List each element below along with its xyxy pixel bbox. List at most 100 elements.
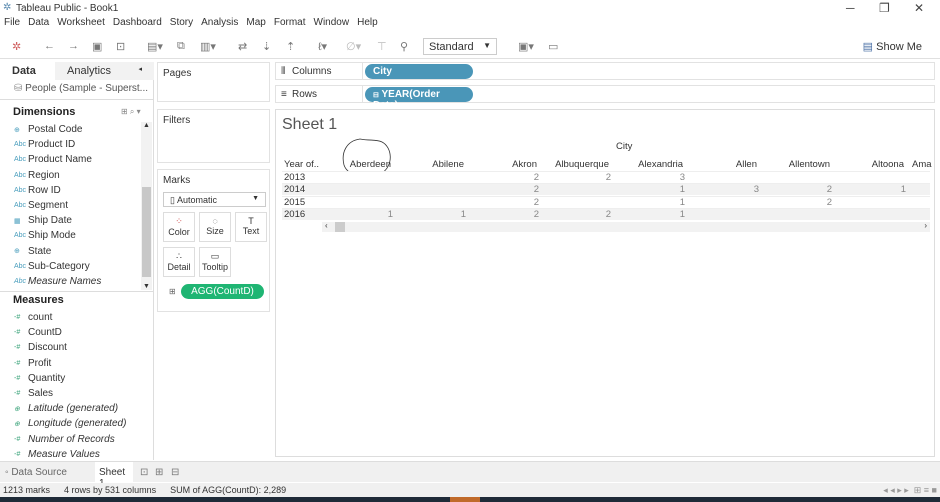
city-header[interactable]: Altoona (872, 159, 904, 170)
measure-field[interactable]: -# Number of Records (14, 434, 115, 445)
filters-shelf[interactable]: Filters (157, 109, 270, 163)
scroll-thumb[interactable] (142, 187, 151, 277)
presentation-icon[interactable]: ▭ (548, 40, 558, 53)
new-story-icon[interactable]: ⊟ (171, 467, 179, 478)
swap-icon[interactable]: ⇄ (238, 40, 247, 53)
measure-field[interactable]: -# Quantity (14, 373, 65, 384)
size-button[interactable]: ◌ Size (199, 212, 231, 242)
table-cell[interactable]: 2 (499, 209, 539, 220)
table-cell[interactable]: 2 (499, 184, 539, 195)
rows-shelf[interactable]: ≡ Rows ⊟ YEAR(Order Date) (275, 85, 935, 111)
measure-field[interactable]: ⊕ Longitude (generated) (14, 418, 126, 429)
scroll-left-icon[interactable]: ‹ (325, 221, 328, 230)
dimension-field[interactable]: ⊕ Postal Code (14, 124, 82, 135)
new-dashboard-icon[interactable]: ⊞ (155, 467, 163, 478)
menu-analysis[interactable]: Analysis (201, 17, 238, 32)
sort-desc-icon[interactable]: ⇡ (286, 40, 295, 53)
show-cards-icon[interactable]: ▣▾ (518, 40, 534, 53)
save-icon[interactable]: ▣ (92, 40, 102, 53)
measure-field[interactable]: ⊕ Latitude (generated) (14, 403, 118, 414)
text-button[interactable]: T Text (235, 212, 267, 242)
year-label[interactable]: 2015 (284, 197, 305, 208)
city-header[interactable]: Akron (512, 159, 537, 170)
scroll-up-icon[interactable]: ▲ (143, 122, 150, 129)
dimension-field[interactable]: Abc Row ID (14, 185, 61, 196)
dimension-field[interactable]: Abc Product Name (14, 154, 92, 165)
menu-dashboard[interactable]: Dashboard (113, 17, 162, 32)
menu-help[interactable]: Help (357, 17, 378, 32)
dimension-field[interactable]: Abc Measure Names (14, 276, 101, 287)
dimension-field[interactable]: ⊕ State (14, 246, 51, 257)
measure-field[interactable]: -# Profit (14, 358, 51, 369)
collapse-icon[interactable]: ◂ (138, 65, 142, 73)
table-cell[interactable]: 1 (866, 184, 906, 195)
scrollbar[interactable]: ▲ ▼ (141, 122, 152, 290)
menu-story[interactable]: Story (170, 17, 193, 32)
dimension-field[interactable]: Abc Ship Mode (14, 230, 76, 241)
scroll-down-icon[interactable]: ▼ (143, 283, 150, 290)
menu-data[interactable]: Data (28, 17, 49, 32)
tableau-icon[interactable]: ✲ (12, 40, 21, 53)
pages-shelf[interactable]: Pages (157, 62, 270, 102)
redo-icon[interactable]: → (68, 40, 79, 52)
city-header[interactable]: Alexandria (638, 159, 683, 170)
tab-sheet-1[interactable]: Sheet 1 (95, 462, 133, 489)
table-cell[interactable]: 1 (645, 209, 685, 220)
restore-button[interactable]: ❐ (879, 1, 890, 15)
table-cell[interactable]: 2 (792, 197, 832, 208)
horizontal-scrollbar[interactable]: ‹ › (322, 221, 930, 232)
table-cell[interactable]: 2 (571, 172, 611, 183)
menu-map[interactable]: Map (246, 17, 265, 32)
table-cell[interactable]: 3 (645, 172, 685, 183)
scroll-right-icon[interactable]: › (924, 221, 927, 230)
minimize-button[interactable]: ─ (846, 1, 855, 15)
duplicate-icon[interactable]: ⧉ (177, 40, 185, 53)
table-cell[interactable]: 1 (645, 184, 685, 195)
dimension-field[interactable]: ▦ Ship Date (14, 215, 72, 226)
fit-dropdown[interactable]: Standard ▼ (423, 38, 497, 55)
undo-icon[interactable]: ← (44, 40, 55, 52)
year-row-header[interactable]: Year of.. (284, 159, 319, 170)
measure-field[interactable]: -# Measure Values (14, 449, 100, 460)
table-cell[interactable]: 2 (792, 184, 832, 195)
color-button[interactable]: ⁘ Color (163, 212, 195, 242)
menu-file[interactable]: File (4, 17, 20, 32)
dimension-field[interactable]: Abc Sub-Category (14, 261, 90, 272)
city-header[interactable]: Allen (736, 159, 757, 170)
table-cell[interactable]: 2 (499, 197, 539, 208)
mark-type-dropdown[interactable]: ▯ Automatic ▼ (163, 192, 266, 207)
new-worksheet-icon[interactable]: ▤▾ (147, 40, 163, 53)
table-cell[interactable]: 3 (719, 184, 759, 195)
sort-asc-icon[interactable]: ⇣ (262, 40, 271, 53)
group-icon[interactable]: ∅▾ (346, 40, 361, 53)
tab-analytics[interactable]: Analytics ◂ (55, 62, 154, 80)
year-order-date-pill[interactable]: ⊟ YEAR(Order Date) (365, 87, 473, 111)
menu-format[interactable]: Format (274, 17, 306, 32)
year-label[interactable]: 2013 (284, 172, 305, 183)
measure-field[interactable]: -# Sales (14, 388, 53, 399)
table-cell[interactable]: 1 (645, 197, 685, 208)
table-cell[interactable]: 2 (499, 172, 539, 183)
measure-field[interactable]: -# CountD (14, 327, 62, 338)
highlight-icon[interactable]: ℓ▾ (318, 40, 327, 53)
sheet-nav-icon[interactable]: ◂ ◂ ▸ ▸ ⊞ ≡ ■ (883, 485, 937, 495)
detail-button[interactable]: ∴ Detail (163, 247, 195, 277)
dimension-field[interactable]: Abc Product ID (14, 139, 75, 150)
menu-worksheet[interactable]: Worksheet (57, 17, 105, 32)
measure-field[interactable]: -# count (14, 312, 52, 323)
city-header[interactable]: Aberdeen (350, 159, 391, 170)
labels-icon[interactable]: ⊤ (377, 40, 387, 53)
menu-window[interactable]: Window (314, 17, 350, 32)
columns-shelf[interactable]: ⦀ Columns City (275, 62, 935, 80)
tab-data-source[interactable]: ◦ Data Source (5, 467, 67, 478)
city-header[interactable]: Allentown (789, 159, 830, 170)
agg-countd-pill[interactable]: AGG(CountD) (181, 284, 264, 299)
datasource-item[interactable]: ⛁ People (Sample - Superst... (14, 83, 149, 94)
year-label[interactable]: 2016 (284, 209, 305, 220)
close-button[interactable]: ✕ (914, 1, 924, 15)
tab-data[interactable]: Data (0, 62, 55, 80)
table-cell[interactable]: 2 (571, 209, 611, 220)
city-header[interactable]: Abilene (432, 159, 464, 170)
city-pill[interactable]: City (365, 64, 473, 79)
dimension-field[interactable]: Abc Region (14, 170, 60, 181)
